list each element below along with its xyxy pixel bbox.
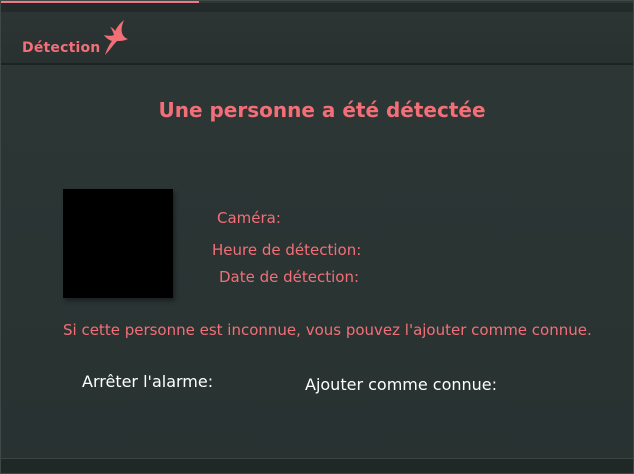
top-strip <box>1 3 633 12</box>
add-as-known-button[interactable]: Ajouter comme connue: <box>305 375 497 394</box>
header-bar: Détection <box>1 12 633 65</box>
bird-icon <box>104 20 128 55</box>
footer-strip <box>1 458 633 473</box>
person-thumbnail <box>63 189 173 298</box>
unknown-person-message: Si cette personne est inconnue, vous pou… <box>63 321 592 339</box>
header-title: Détection <box>22 40 101 56</box>
detection-window: Détection Une personne a été détectée Ca… <box>0 0 634 474</box>
camera-label: Caméra: <box>217 209 281 227</box>
stop-alarm-button[interactable]: Arrêter l'alarme: <box>82 372 213 391</box>
detection-time-label: Heure de détection: <box>212 241 362 259</box>
detection-date-label: Date de détection: <box>219 268 360 286</box>
detection-title: Une personne a été détectée <box>158 98 486 122</box>
